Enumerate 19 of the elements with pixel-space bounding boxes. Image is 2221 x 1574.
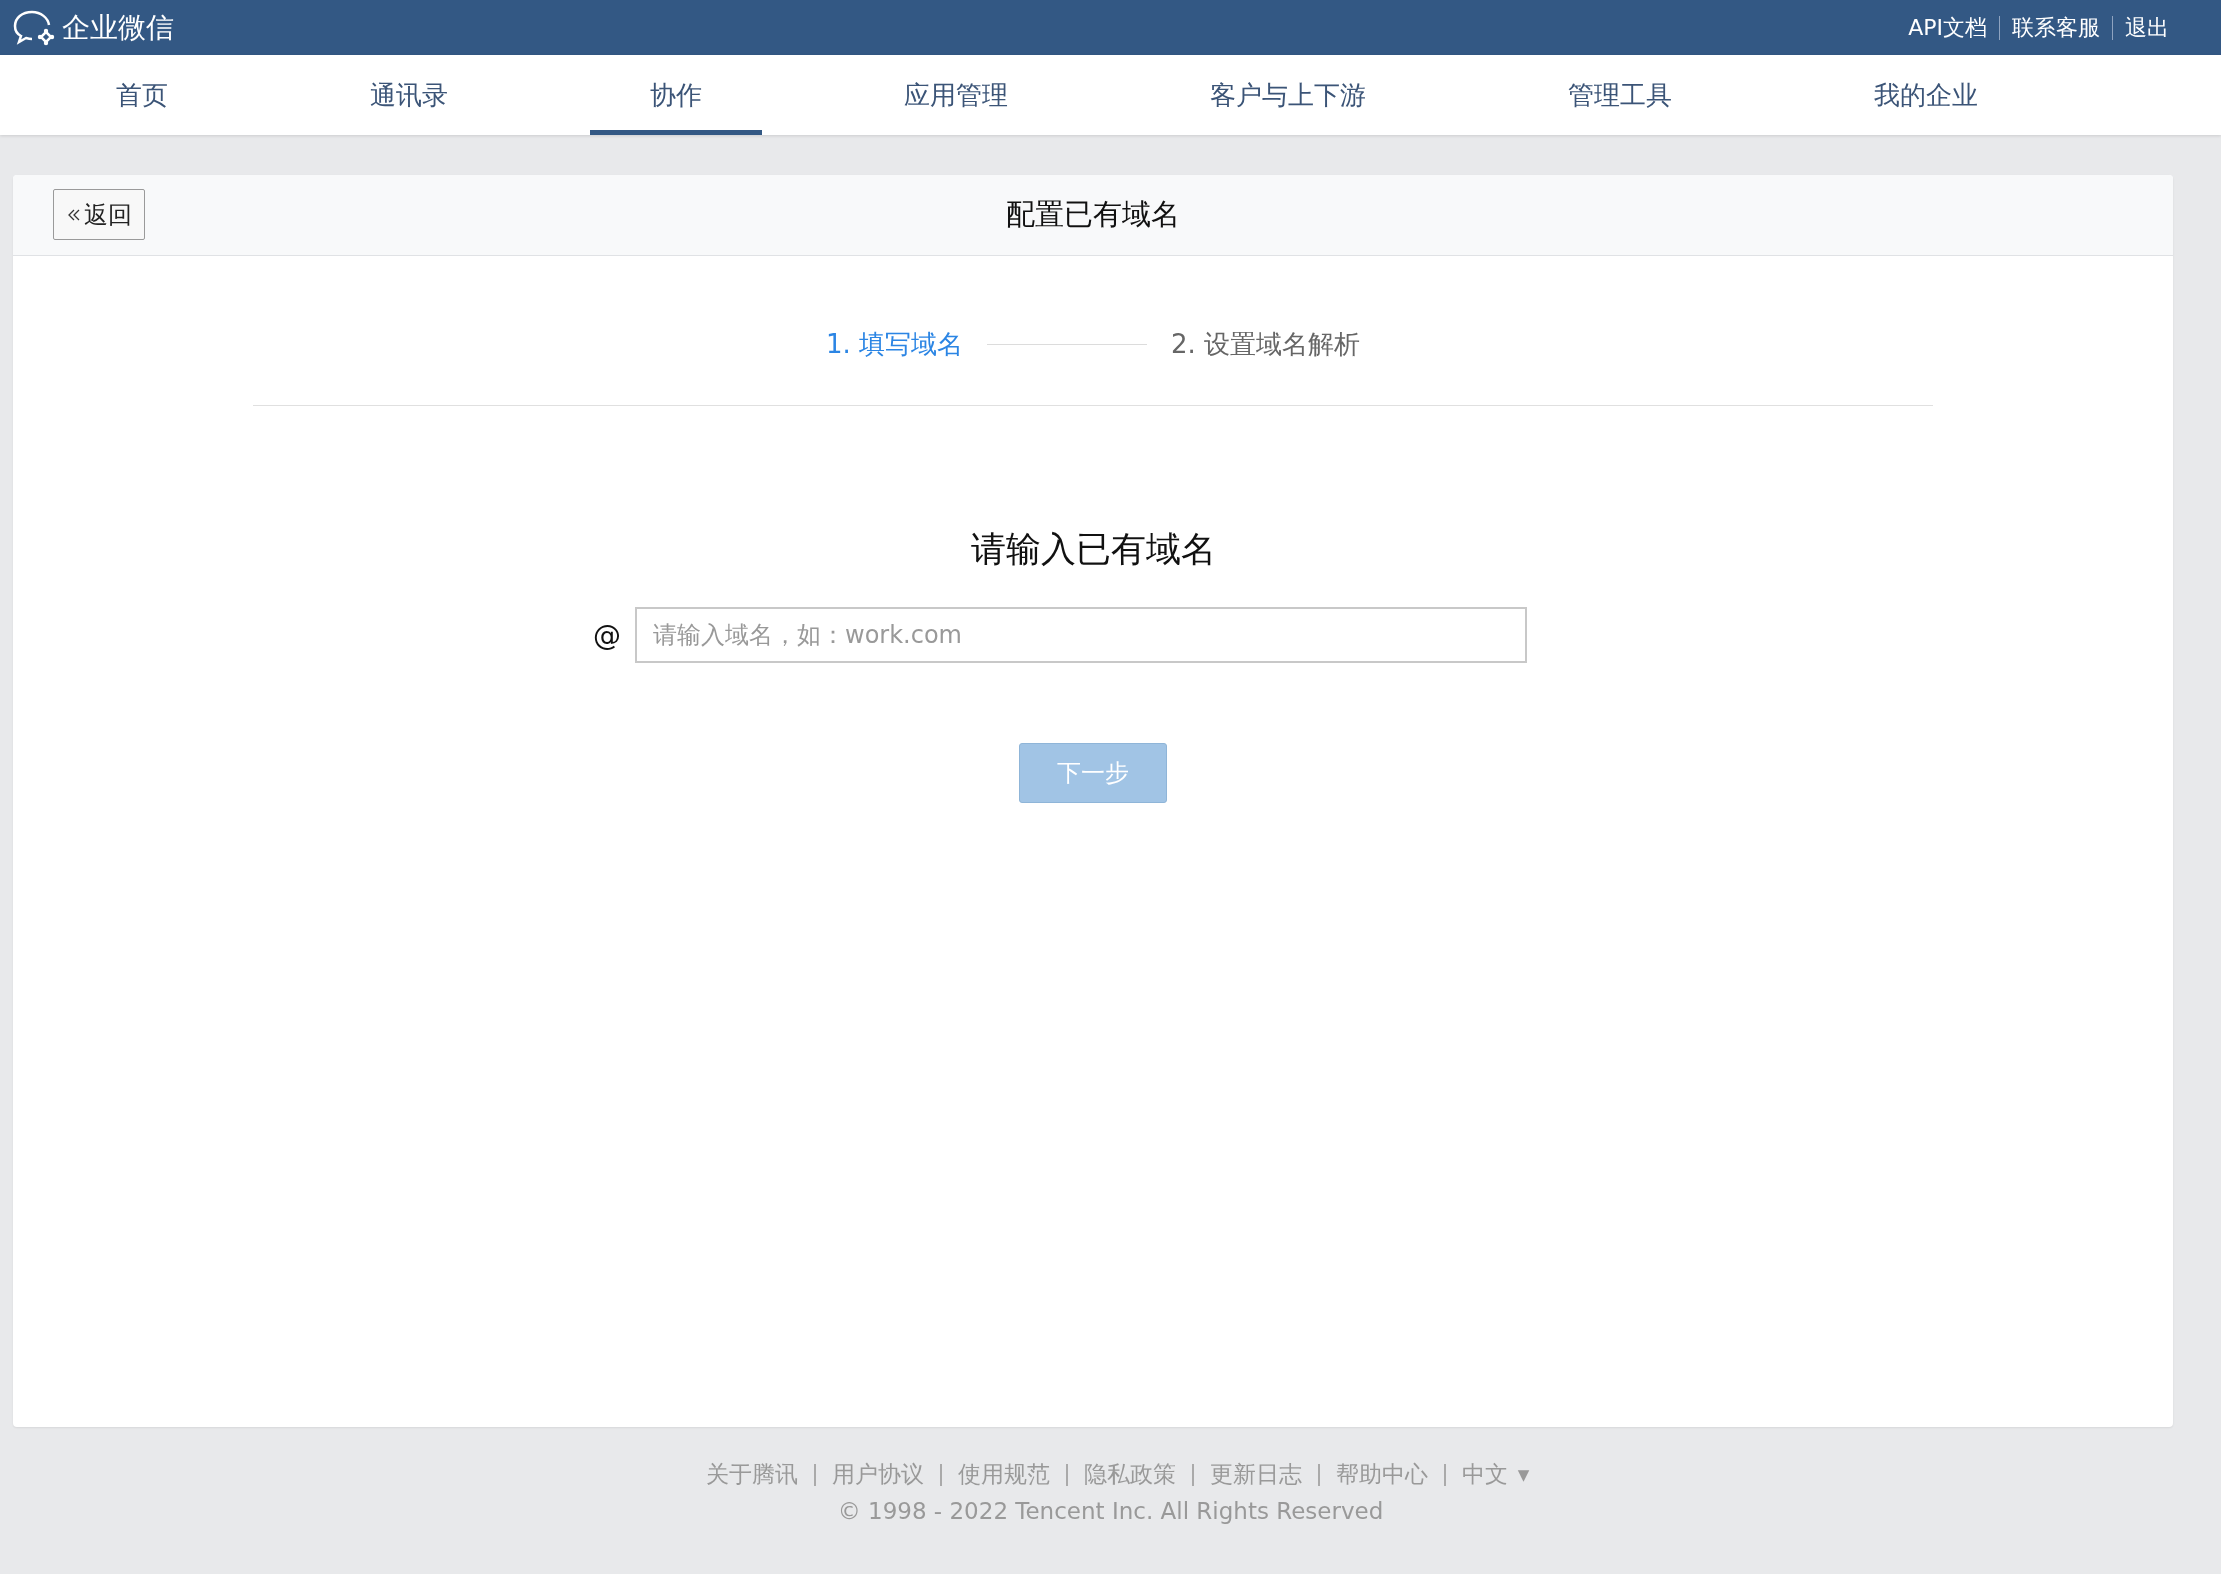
domain-input-field[interactable]: 请输入域名，如：work.com [635, 607, 1527, 663]
step-label: 1. 填写域名 [825, 327, 963, 361]
nav-tab[interactable]: 管理工具 [1508, 55, 1732, 135]
nav-tab[interactable]: 通讯录 [310, 55, 508, 135]
header-link[interactable]: 联系客服 [2000, 12, 2112, 43]
step-label: 2. 设置域名解析 [1171, 327, 1361, 361]
brand-name: 企业微信 [62, 9, 174, 46]
form-heading: 请输入已有域名 [970, 528, 1216, 571]
nav-tab[interactable]: 首页 [56, 55, 228, 135]
copyright-text: © 1998 - 2022 Tencent Inc. All Rights Reserved [837, 1498, 1384, 1524]
header-link[interactable]: API文档 [1896, 12, 1999, 43]
nav-tab[interactable]: 我的企业 [1814, 55, 2038, 135]
panel-title: 配置已有域名 [1006, 196, 1180, 233]
nav-tab[interactable]: 应用管理 [844, 55, 1068, 135]
header-link[interactable]: 退出 [2113, 12, 2181, 43]
nav-tab[interactable]: 协作 [590, 55, 762, 135]
back-button[interactable]: 返回 [53, 189, 145, 240]
at-sign: @ [593, 618, 621, 652]
nav-tab[interactable]: 客户与上下游 [1150, 55, 1426, 135]
